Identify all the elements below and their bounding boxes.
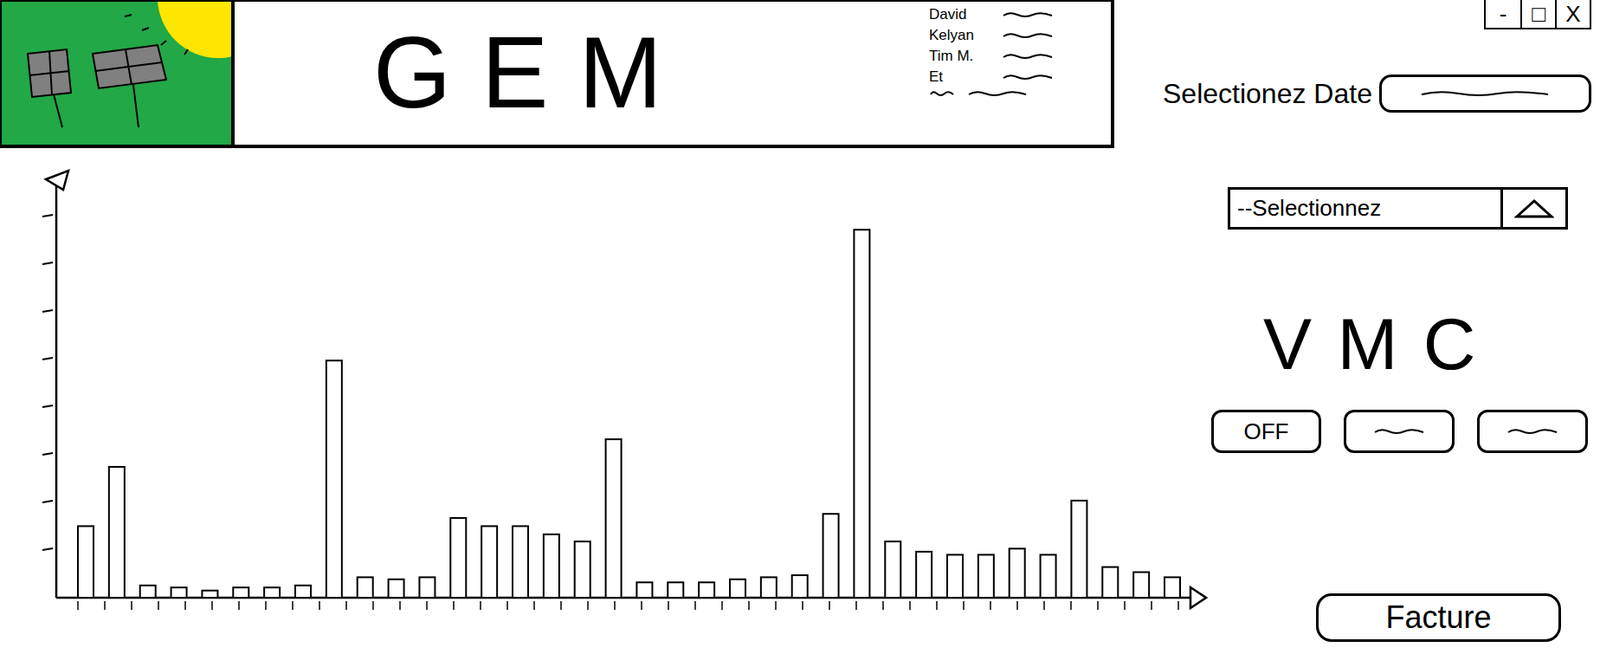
credit-row: Et: [929, 67, 1085, 87]
chart-bar: [201, 590, 218, 598]
window-control[interactable]: X: [1554, 0, 1590, 28]
chart-bar: [419, 576, 435, 598]
credit-row: David: [929, 5, 1085, 25]
credit-row: Kelyan: [929, 25, 1085, 46]
squiggle-icon: [967, 88, 1028, 99]
vmc-button[interactable]: [1477, 409, 1588, 453]
squiggle-icon: [1506, 425, 1559, 437]
vmc-button[interactable]: [1343, 409, 1455, 453]
header-banner: GEM DavidKelyanTim M.Et: [0, 0, 1115, 149]
squiggle-icon: [1001, 71, 1054, 83]
title-area: GEM DavidKelyanTim M.Et: [234, 1, 1111, 145]
chart-bar: [357, 576, 374, 598]
window-control[interactable]: □: [1520, 0, 1555, 28]
chart-bar: [109, 466, 125, 598]
chart-bar: [978, 554, 994, 598]
squiggle-icon: [1001, 9, 1054, 20]
chart-bar: [761, 576, 777, 598]
chart-bar: [792, 574, 808, 598]
credit-name: David: [929, 5, 990, 25]
chart-bar: [916, 551, 932, 598]
chart-panel: [0, 148, 1208, 667]
chart-bar: [1009, 548, 1026, 598]
chart-bar: [1164, 576, 1181, 598]
chart-bar: [1102, 567, 1118, 598]
credits: DavidKelyanTim M.Et: [929, 1, 1085, 99]
chart-bar: [947, 554, 963, 598]
chart-bar: [326, 360, 342, 598]
chart-bar: [388, 579, 405, 598]
chart-bar: [140, 585, 156, 598]
chart-bar: [606, 438, 622, 598]
chart-bar: [729, 579, 746, 598]
consumption-chart: [0, 148, 1208, 667]
credit-name: Et: [929, 67, 990, 87]
chart-bar: [1040, 554, 1057, 598]
chart-bar: [171, 587, 188, 598]
chart-bar: [77, 525, 94, 598]
top-row: GEM DavidKelyanTim M.Et -□X Selectionez Dat…: [0, 0, 1600, 149]
chart-bar: [574, 541, 591, 598]
chart-bar: [1070, 500, 1087, 598]
select-arrow[interactable]: [1500, 189, 1566, 227]
squiggle-icon: [1001, 51, 1054, 62]
app-window: GEM DavidKelyanTim M.Et -□X Selectionez Dat…: [0, 0, 1600, 667]
invoice-button[interactable]: Facture: [1316, 593, 1562, 642]
squiggle-icon: [1001, 30, 1054, 41]
chart-bar: [512, 525, 529, 598]
chart-bar: [295, 585, 311, 598]
select-placeholder: --Selectionnez: [1230, 189, 1501, 227]
chart-bar: [481, 525, 497, 598]
chart-bar: [543, 534, 560, 598]
chart-bar: [853, 229, 870, 598]
logo-panel: [1, 1, 235, 145]
credit-row: [929, 88, 1085, 99]
date-row: Selectionez Date: [1162, 74, 1592, 113]
solar-logo-icon: [1, 1, 232, 145]
vmc-buttons: OFF: [1211, 409, 1588, 453]
window-control[interactable]: -: [1485, 0, 1521, 28]
window-controls: -□X: [1483, 0, 1592, 30]
chart-bar: [232, 587, 249, 598]
squiggle-icon: [1419, 88, 1550, 99]
vmc-button[interactable]: OFF: [1211, 409, 1322, 453]
chart-bar: [884, 541, 901, 598]
credit-row: Tim M.: [929, 46, 1085, 66]
chart-bar: [450, 517, 466, 598]
chart-bar: [698, 581, 715, 598]
vmc-title: VMC: [1263, 307, 1588, 381]
squiggle-icon: [929, 88, 955, 99]
date-label: Selectionez Date: [1162, 77, 1373, 110]
app-title: GEM: [373, 18, 693, 130]
chart-bar: [667, 581, 684, 598]
bottom-row: --Selectionnez VMC OFF Facture: [0, 148, 1600, 667]
credit-name: Tim M.: [929, 46, 990, 66]
triangle-up-icon: [1514, 198, 1555, 220]
select-dropdown[interactable]: --Selectionnez: [1227, 187, 1568, 230]
chart-bar: [823, 513, 839, 598]
date-input[interactable]: [1379, 74, 1592, 113]
top-right-panel: -□X Selectionez Date: [1114, 0, 1600, 149]
credit-name: Kelyan: [929, 25, 990, 46]
chart-bar: [636, 581, 652, 598]
chart-bar: [1133, 572, 1149, 599]
squiggle-icon: [1373, 425, 1426, 437]
chart-bar: [264, 587, 280, 598]
side-panel: --Selectionnez VMC OFF Facture: [1207, 148, 1600, 667]
